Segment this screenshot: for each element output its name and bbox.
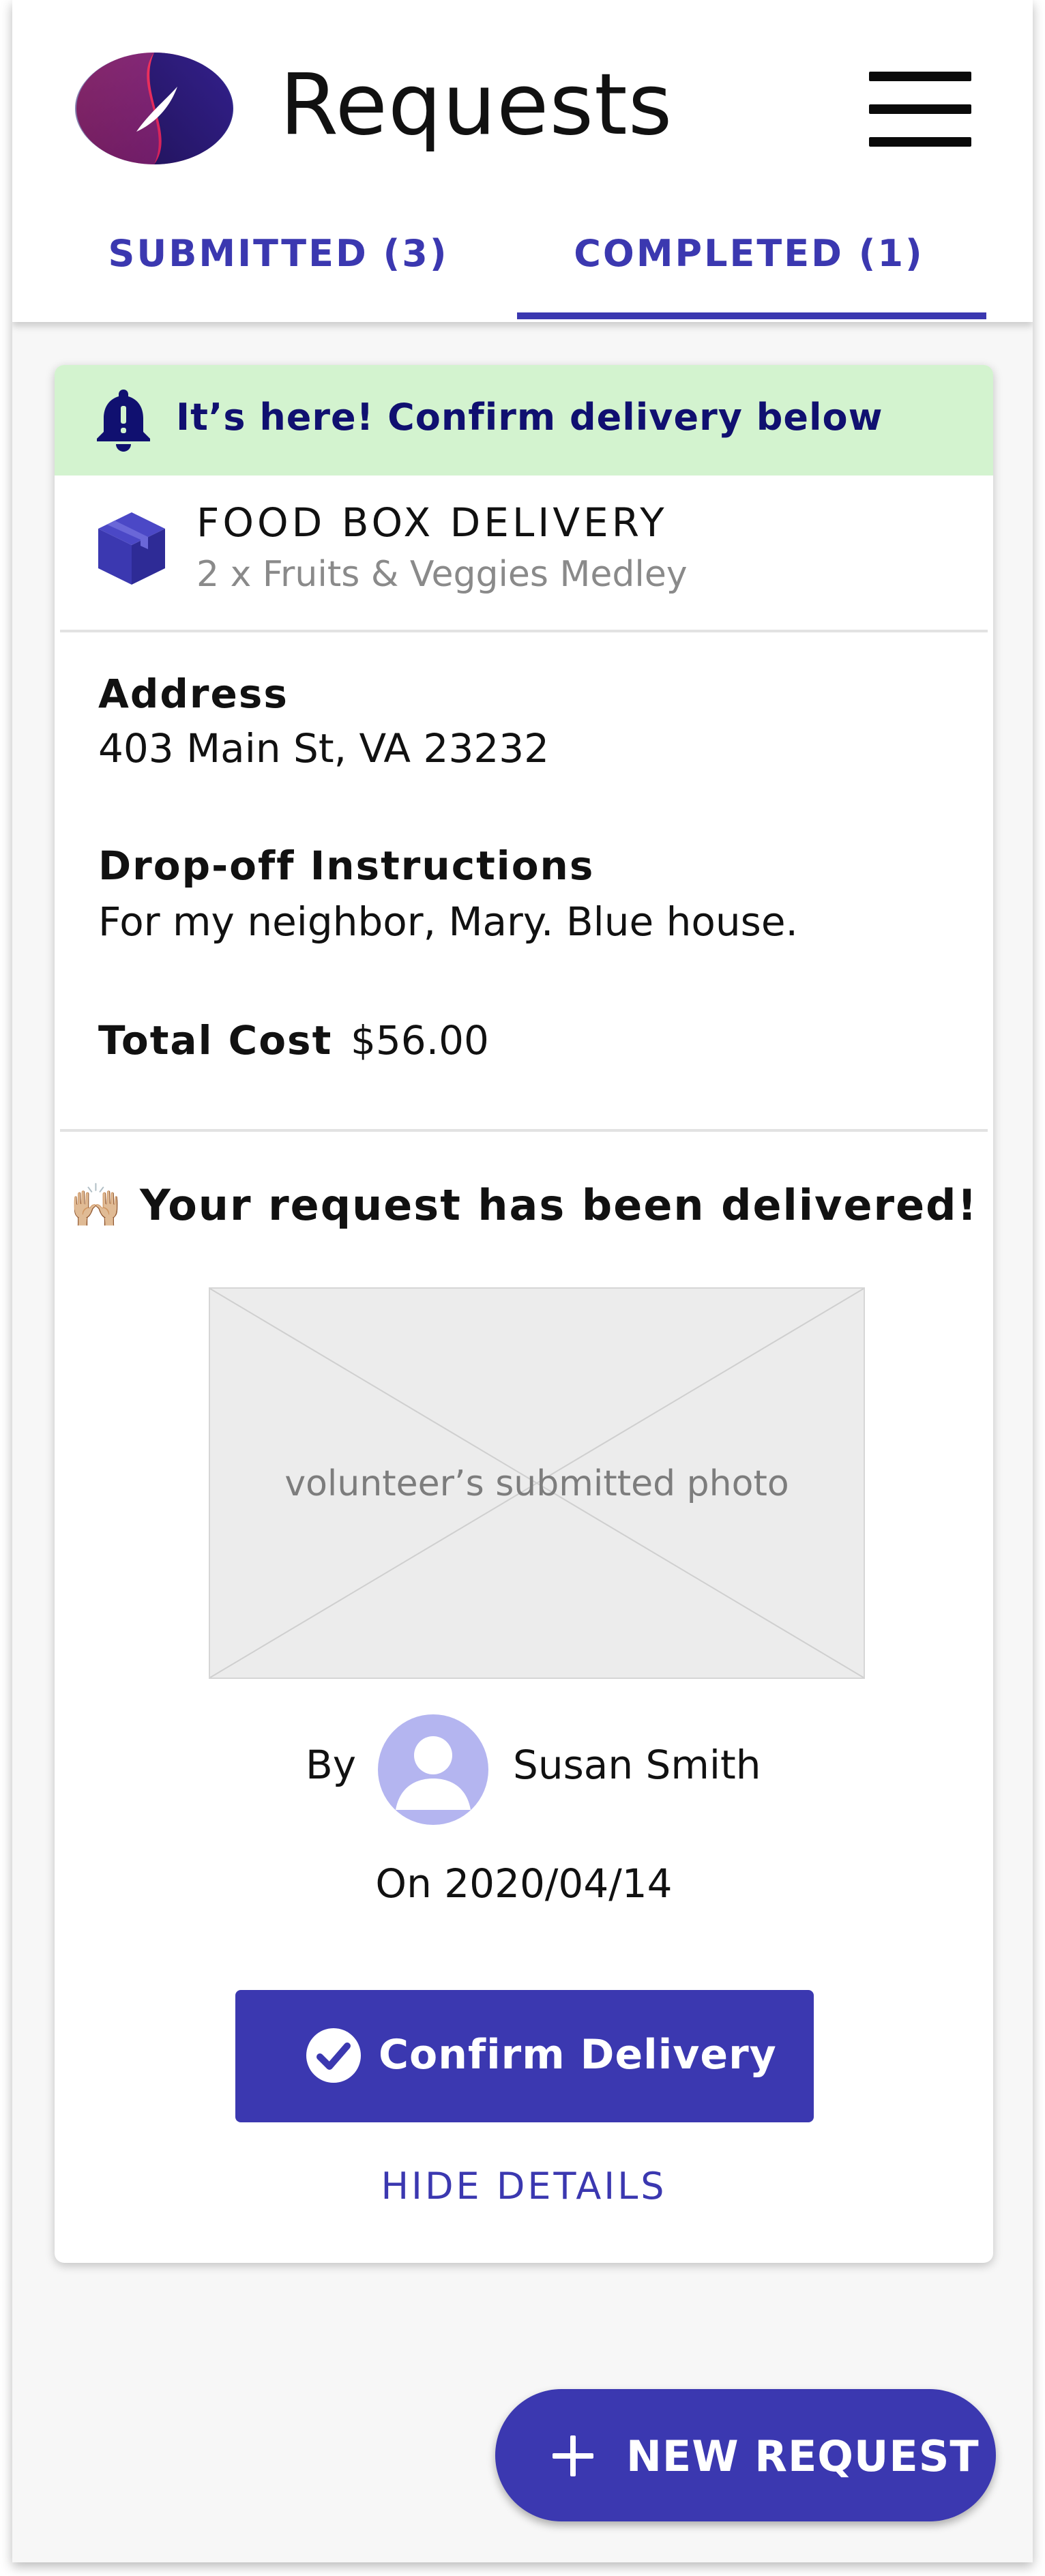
instructions-label: Drop-off Instructions (98, 843, 595, 889)
by-label: By (306, 1742, 357, 1788)
plus-icon (553, 2435, 593, 2476)
request-type-title: FOOD BOX DELIVERY (196, 499, 668, 546)
menu-bar (869, 137, 971, 147)
divider (60, 1129, 988, 1132)
volunteer-name: Susan Smith (513, 1742, 761, 1788)
address-label: Address (98, 671, 289, 717)
total-cost-label: Total Cost (98, 1017, 333, 1064)
delivered-message: 🙌🏼 Your request has been delivered! (70, 1180, 978, 1230)
delivery-alert-banner: It’s here! Confirm delivery below (55, 365, 993, 475)
hide-details-link[interactable]: HIDE DETAILS (55, 2165, 993, 2208)
app-header: Requests SUBMITTED (3) COMPLETED (1) (12, 0, 1033, 322)
tab-completed[interactable]: COMPLETED (1) (517, 232, 981, 293)
total-cost-value: $56.00 (351, 1017, 489, 1064)
photo-placeholder-label: volunteer’s submitted photo (284, 1463, 789, 1504)
active-tab-indicator (517, 312, 986, 319)
banner-message: It’s here! Confirm delivery below (176, 396, 883, 439)
page-title: Requests (280, 56, 673, 154)
submitted-photo-placeholder[interactable]: volunteer’s submitted photo (209, 1287, 865, 1679)
new-request-button[interactable]: NEW REQUEST (495, 2389, 996, 2521)
request-items: 2 x Fruits & Veggies Medley (196, 554, 688, 595)
delivery-date: On 2020/04/14 (375, 1860, 673, 1907)
box-icon (98, 512, 165, 585)
hamburger-menu-icon[interactable] (869, 72, 971, 147)
app-screen: Requests SUBMITTED (3) COMPLETED (1) It’… (12, 0, 1033, 2562)
volunteer-avatar[interactable] (378, 1714, 488, 1825)
request-card: It’s here! Confirm delivery below FOOD B… (55, 365, 993, 2263)
check-circle-icon (306, 2028, 361, 2083)
menu-bar (869, 104, 971, 114)
bell-alert-icon (97, 390, 150, 452)
divider (60, 630, 988, 632)
confirm-delivery-label: Confirm Delivery (379, 2031, 777, 2079)
app-logo-icon (75, 53, 233, 164)
confirm-delivery-button[interactable]: Confirm Delivery (235, 1990, 814, 2122)
new-request-label: NEW REQUEST (626, 2431, 980, 2481)
address-value: 403 Main St, VA 23232 (98, 725, 550, 772)
menu-bar (869, 72, 971, 81)
user-avatar-icon (396, 1736, 471, 1810)
tab-submitted[interactable]: SUBMITTED (3) (80, 232, 476, 293)
instructions-value: For my neighbor, Mary. Blue house. (98, 898, 798, 945)
